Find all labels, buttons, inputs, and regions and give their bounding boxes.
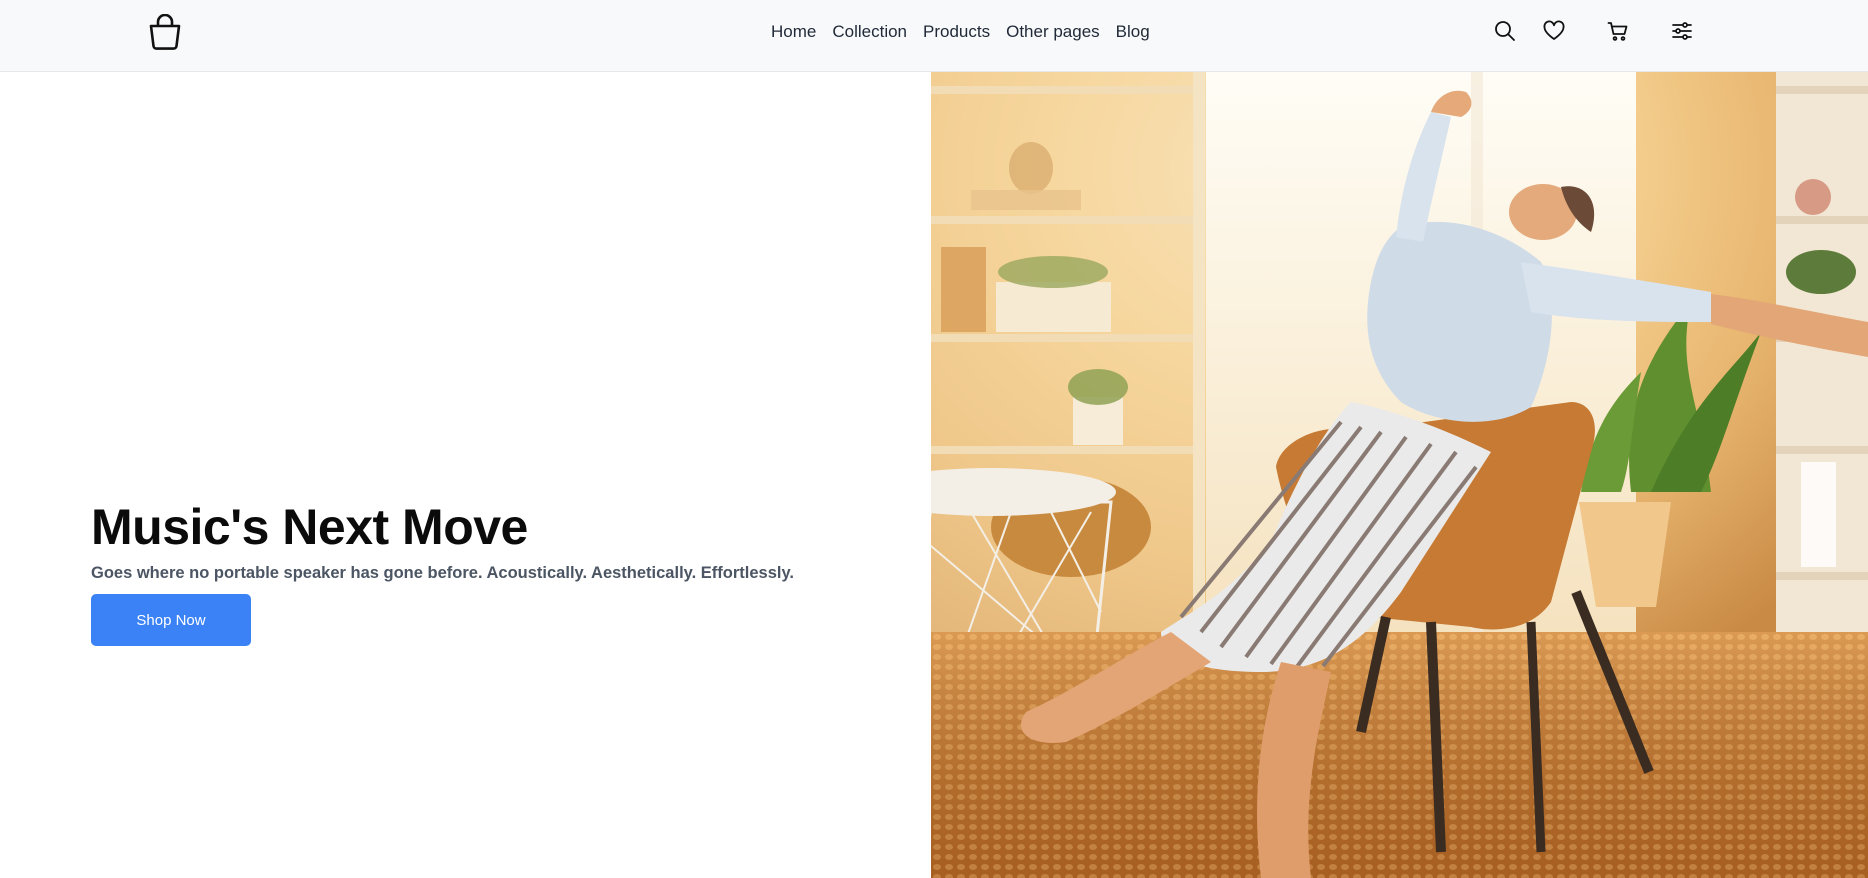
main-nav: Home Collection Products Other pages Blo…	[771, 20, 1150, 44]
woman-relaxing-in-chair-photo	[931, 72, 1868, 878]
nav-blog-link[interactable]: Blog	[1116, 20, 1150, 44]
search-icon[interactable]	[1491, 17, 1519, 45]
hero-section: Music's Next Move Goes where no portable…	[91, 497, 891, 646]
sliders-icon[interactable]	[1668, 17, 1696, 45]
nav-products-link[interactable]: Products	[923, 20, 990, 44]
nav-other-pages-link[interactable]: Other pages	[1006, 20, 1100, 44]
shop-now-button[interactable]: Shop Now	[91, 594, 251, 646]
nav-collection-link[interactable]: Collection	[832, 20, 907, 44]
nav-home-link[interactable]: Home	[771, 20, 816, 44]
heart-icon[interactable]	[1540, 17, 1568, 45]
hero-title: Music's Next Move	[91, 499, 528, 555]
cart-icon[interactable]	[1604, 17, 1632, 45]
site-header: Home Collection Products Other pages Blo…	[0, 0, 1868, 72]
hero-subtitle: Goes where no portable speaker has gone …	[91, 564, 794, 582]
shopping-bag-icon[interactable]	[148, 13, 182, 50]
